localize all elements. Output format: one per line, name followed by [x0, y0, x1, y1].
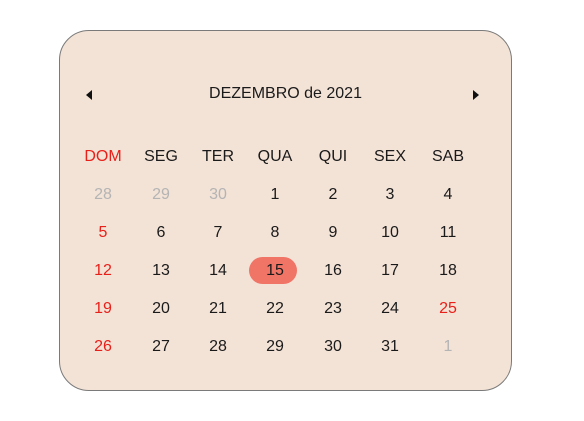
week-row: 28 29 30 1 2 3 4 [75, 180, 502, 210]
day-number: 6 [156, 224, 166, 241]
day-number: 28 [209, 338, 227, 355]
weekday-label: SAB [431, 148, 464, 165]
day-number: 29 [266, 338, 284, 355]
day-cell[interactable]: 1 [247, 180, 303, 210]
day-cell[interactable]: 26 [75, 332, 131, 362]
day-cell[interactable]: 28 [75, 180, 131, 210]
week-row: 19 20 21 22 23 24 25 [75, 294, 502, 324]
day-number: 24 [381, 300, 399, 317]
week-row: 12 13 14 15 16 17 18 [75, 256, 502, 286]
day-cell[interactable]: 12 [75, 256, 131, 286]
day-cell[interactable]: 14 [190, 256, 246, 286]
day-cell[interactable]: 29 [247, 332, 303, 362]
weekday-label: SEG [144, 148, 178, 165]
day-number: 12 [94, 262, 112, 279]
day-cell[interactable]: 1 [420, 332, 476, 362]
day-cell[interactable]: 9 [305, 218, 361, 248]
weekday-header-row: DOM SEG TER QUA QUI SEX SAB [75, 142, 502, 172]
day-number: 8 [270, 224, 280, 241]
day-cell[interactable]: 31 [362, 332, 418, 362]
day-cell[interactable]: 23 [305, 294, 361, 324]
day-cell[interactable]: 24 [362, 294, 418, 324]
week-row: 5 6 7 8 9 10 11 [75, 218, 502, 248]
day-cell[interactable]: 22 [247, 294, 303, 324]
day-number: 27 [152, 338, 170, 355]
day-cell[interactable]: 28 [190, 332, 246, 362]
day-cell[interactable]: 10 [362, 218, 418, 248]
weekday-label: DOM [84, 148, 122, 165]
day-cell[interactable]: 27 [133, 332, 189, 362]
day-cell[interactable]: 4 [420, 180, 476, 210]
day-cell[interactable]: 18 [420, 256, 476, 286]
caret-right-icon [473, 90, 479, 100]
day-cell[interactable]: 29 [133, 180, 189, 210]
weekday-label: TER [202, 148, 234, 165]
day-number: 30 [209, 186, 227, 203]
day-cell[interactable]: 21 [190, 294, 246, 324]
day-number: 1 [270, 186, 280, 203]
day-number: 4 [443, 186, 453, 203]
day-number: 26 [94, 338, 112, 355]
day-number: 11 [439, 224, 457, 241]
day-number: 30 [324, 338, 342, 355]
day-number: 14 [209, 262, 227, 279]
day-number: 28 [94, 186, 112, 203]
weekday-label: QUA [257, 148, 293, 165]
day-cell[interactable]: 30 [305, 332, 361, 362]
day-number: 7 [213, 224, 223, 241]
day-number: 9 [328, 224, 338, 241]
day-cell[interactable]: 30 [190, 180, 246, 210]
day-cell[interactable]: 11 [420, 218, 476, 248]
day-number: 29 [152, 186, 170, 203]
day-cell[interactable]: 16 [305, 256, 361, 286]
weekday-label: QUI [318, 148, 348, 165]
next-month-button[interactable] [466, 86, 486, 104]
day-cell[interactable]: 19 [75, 294, 131, 324]
day-number: 2 [328, 186, 338, 203]
day-number: 10 [381, 224, 399, 241]
day-cell[interactable]: 25 [420, 294, 476, 324]
day-cell[interactable]: 6 [133, 218, 189, 248]
day-number: 21 [209, 300, 227, 317]
day-cell[interactable]: 17 [362, 256, 418, 286]
day-cell[interactable]: 8 [247, 218, 303, 248]
day-number: 1 [443, 338, 453, 355]
day-cell[interactable]: 7 [190, 218, 246, 248]
day-cell[interactable]: 5 [75, 218, 131, 248]
weekday-label: SEX [373, 148, 406, 165]
day-cell[interactable]: 20 [133, 294, 189, 324]
day-number: 19 [94, 300, 112, 317]
day-cell-selected[interactable]: 15 [247, 256, 303, 286]
day-number: 3 [385, 186, 395, 203]
day-number: 25 [439, 300, 457, 317]
day-number: 31 [381, 338, 399, 355]
day-cell[interactable]: 2 [305, 180, 361, 210]
day-cell[interactable]: 13 [133, 256, 189, 286]
day-number: 15 [266, 262, 284, 279]
day-number: 23 [324, 300, 342, 317]
day-number: 16 [324, 262, 342, 279]
day-number: 20 [152, 300, 170, 317]
day-number: 5 [98, 224, 108, 241]
day-cell[interactable]: 3 [362, 180, 418, 210]
month-title: DEZEMBRO de 2021 [209, 85, 362, 102]
day-number: 17 [381, 262, 399, 279]
week-row: 26 27 28 29 30 31 1 [75, 332, 502, 362]
day-number: 22 [266, 300, 284, 317]
calendar-widget: DEZEMBRO de 2021 DOM SEG TER QUA QUI SEX SAB 2… [59, 30, 512, 391]
day-number: 18 [439, 262, 457, 279]
day-number: 13 [152, 262, 170, 279]
